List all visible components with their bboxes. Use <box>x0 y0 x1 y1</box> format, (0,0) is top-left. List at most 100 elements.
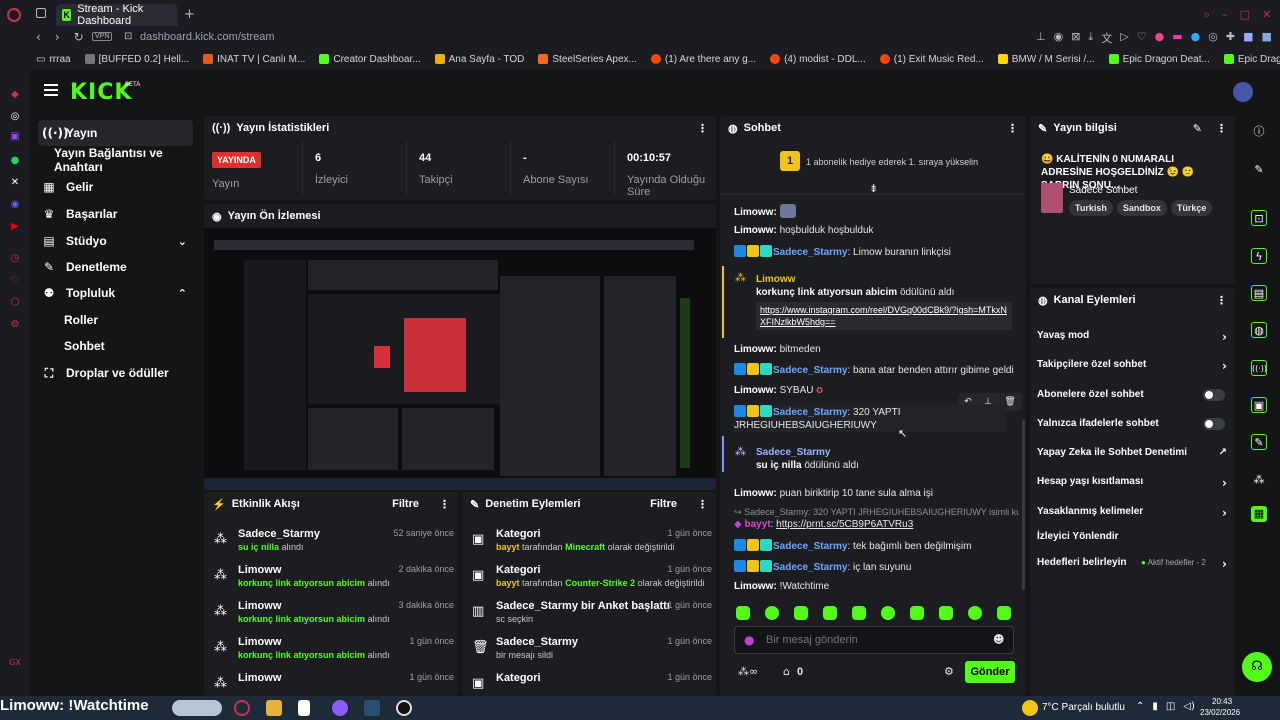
tabs-icon[interactable]: ⬡ <box>7 294 23 310</box>
tag-chip[interactable]: Turkish <box>1069 200 1113 216</box>
chat-message[interactable]: Sadece_Starmy: Limow buranın linkçisi <box>734 245 1019 259</box>
history-icon[interactable]: ◷ <box>7 250 23 266</box>
activity-item[interactable]: ⁂ Limoww 1 gün önce <box>214 672 454 696</box>
download-icon[interactable]: ⤓ <box>1088 30 1093 46</box>
bolt-icon[interactable]: ϟ <box>1251 248 1267 264</box>
window-controls[interactable]: ⌕ – □ ✕ <box>1204 8 1271 22</box>
opera-logo-icon[interactable] <box>7 8 21 22</box>
community-icon[interactable]: ⁂ <box>1251 472 1267 488</box>
emote-button[interactable] <box>881 606 895 620</box>
gift-icon[interactable]: ⌂ <box>783 665 790 678</box>
nav-item-sohbet[interactable]: Sohbet <box>60 333 215 359</box>
moderation-item[interactable]: ▣ Kategori 1 gün önce <box>472 672 712 696</box>
bookmark-item[interactable]: Epic Dragon Deat... <box>1223 54 1280 65</box>
more-options-icon[interactable]: ⋮ <box>697 122 708 135</box>
network-icon[interactable]: ◫ <box>1166 701 1175 712</box>
activity-item[interactable]: ⁂ Sadece_Starmy su iç nilla alındı 52 saniy… <box>214 528 454 562</box>
moderation-item[interactable]: ▣ Kategori bayyt tarafından Minecraft olar… <box>472 528 712 562</box>
chat-message[interactable]: Limoww: <box>734 204 1019 219</box>
bookmark-item[interactable]: Creator Dashboar... <box>319 54 421 65</box>
bookmark-item[interactable]: BMW / M Serisi /... <box>997 54 1095 65</box>
nav-item-roller[interactable]: Roller <box>60 307 215 333</box>
activity-item[interactable]: ⁂ Limoww korkunç link atıyorsun abicim alı… <box>214 564 454 598</box>
chat-message[interactable]: Limoww: !Watchtime <box>734 580 1019 593</box>
tab-manager-icon[interactable] <box>36 8 46 18</box>
action-emote-only[interactable]: Yalnızca ifadelerle sohbet <box>1037 418 1227 430</box>
mic-icon[interactable]: ▮ <box>1152 701 1158 712</box>
notepad-taskbar-icon[interactable] <box>298 700 310 716</box>
url-field[interactable]: dashboard.kick.com/stream <box>140 31 275 43</box>
emote-button[interactable] <box>910 606 924 620</box>
document-icon[interactable]: ▤ <box>1251 285 1267 301</box>
widget-thumbnail[interactable] <box>172 700 222 716</box>
nav-item-topluluk[interactable]: ⚉ Topluluk ⌃ <box>38 280 193 306</box>
ext5-icon[interactable]: ✚ <box>1226 30 1235 46</box>
obs-taskbar-icon[interactable] <box>396 700 412 716</box>
chat-settings-icon[interactable]: ⚙ <box>944 665 954 678</box>
nav-item-studyo[interactable]: ▤ Stüdyo ⌄ <box>38 228 193 254</box>
emote-button[interactable] <box>765 606 779 620</box>
stream-preview-video[interactable] <box>204 228 716 490</box>
gx-icon[interactable]: GX <box>7 654 23 670</box>
action-account-age[interactable]: Hesap yaşı kısıtlaması › <box>1037 476 1227 490</box>
chat-message[interactable]: Limoww: hoşbulduk hoşbulduk <box>734 224 1019 237</box>
x-icon[interactable]: ✕ <box>7 174 23 190</box>
edit-icon[interactable]: ✎ <box>1193 122 1202 135</box>
filter-button[interactable]: Filtre <box>392 498 419 510</box>
delete-icon[interactable]: 🗑 <box>1004 397 1015 407</box>
browser-tab[interactable]: K Stream - Kick Dashboard <box>56 3 178 27</box>
translate-icon[interactable]: 文 <box>1101 30 1112 46</box>
volume-icon[interactable]: ◁) <box>1183 701 1195 712</box>
minimize-icon[interactable]: – <box>1222 8 1228 22</box>
bookmark-item[interactable]: [BUFFED 0.2] Hell... <box>84 54 189 65</box>
user-avatar[interactable] <box>1233 82 1253 102</box>
emoji-picker-icon[interactable]: ☻ <box>993 633 1004 646</box>
steam-taskbar-icon[interactable] <box>364 700 380 716</box>
camera-icon[interactable]: ◉ <box>1054 30 1064 46</box>
emote-button[interactable] <box>939 606 953 620</box>
points-icon[interactable]: ⁂∞ <box>738 665 758 678</box>
aria-icon[interactable]: ◆ <box>7 86 23 102</box>
action-ai-moderation[interactable]: Yapay Zeka ile Sohbet Denetimi ↗ <box>1037 447 1227 458</box>
activity-item[interactable]: ⁂ Limoww korkunç link atıyorsun abicim alı… <box>214 636 454 670</box>
support-headset-icon[interactable]: ☊ <box>1242 652 1272 682</box>
weather-text[interactable]: 7°C Parçalı bulutlu <box>1042 702 1125 713</box>
layout-icon[interactable]: ▣ <box>1251 397 1267 413</box>
nav-item-basarilar[interactable]: ♛ Başarılar <box>38 201 193 227</box>
emote-button[interactable] <box>997 606 1011 620</box>
close-icon[interactable]: ✕ <box>1262 8 1271 22</box>
more-options-icon[interactable]: ⋮ <box>1216 122 1227 135</box>
action-raid[interactable]: İzleyici Yönlendir <box>1037 531 1227 542</box>
play-icon[interactable]: ▷ <box>1120 30 1128 46</box>
opera-gx-taskbar-icon[interactable] <box>234 700 250 716</box>
ext6-icon[interactable]: ■ <box>1243 30 1253 46</box>
info-icon[interactable]: ⓘ <box>1251 124 1267 140</box>
edit-icon[interactable]: ✎ <box>1251 162 1267 178</box>
discord-icon[interactable]: ◉ <box>7 196 23 212</box>
wrench-icon[interactable]: ✎ <box>1251 434 1267 450</box>
category-name[interactable]: Sadece Sohbet <box>1069 185 1137 196</box>
settings-icon[interactable]: ⚙ <box>7 316 23 332</box>
ext1-icon[interactable]: ● <box>1155 30 1165 46</box>
chat-icon[interactable]: ◍ <box>1251 322 1267 338</box>
ext4-icon[interactable]: ◎ <box>1208 30 1218 46</box>
ext3-icon[interactable]: ● <box>1191 30 1201 46</box>
emote-button[interactable] <box>736 606 750 620</box>
chat-message[interactable]: Sadece_Starmy: 320 YAPTI JRHEGIUHEBSAIUG… <box>734 405 1006 432</box>
broadcast-icon[interactable]: ((·)) <box>1251 360 1267 376</box>
category-thumbnail[interactable] <box>1041 183 1063 213</box>
bookmark-item[interactable]: INAT TV | Canlı M... <box>203 54 305 65</box>
tag-chip[interactable]: Türkçe <box>1170 200 1213 216</box>
profile-icon[interactable]: ■ <box>1262 30 1272 46</box>
clapper-icon[interactable]: ▦ <box>1251 506 1267 522</box>
clock[interactable]: 20:43 <box>1212 697 1232 706</box>
back-icon[interactable]: ‹ <box>36 30 41 44</box>
bookmark-item[interactable]: SteelSeries Apex... <box>538 54 637 65</box>
search-icon[interactable]: ⌕ <box>1204 8 1210 22</box>
chat-message[interactable]: Sadece_Starmy: bana atar benden attırır … <box>734 363 1019 377</box>
folder-taskbar-icon[interactable] <box>266 700 282 716</box>
ext2-icon[interactable]: ▬ <box>1172 30 1182 46</box>
maximize-icon[interactable]: □ <box>1240 8 1250 22</box>
filter-button[interactable]: Filtre <box>650 498 677 510</box>
bookmark-item[interactable]: Epic Dragon Deat... <box>1108 54 1210 65</box>
